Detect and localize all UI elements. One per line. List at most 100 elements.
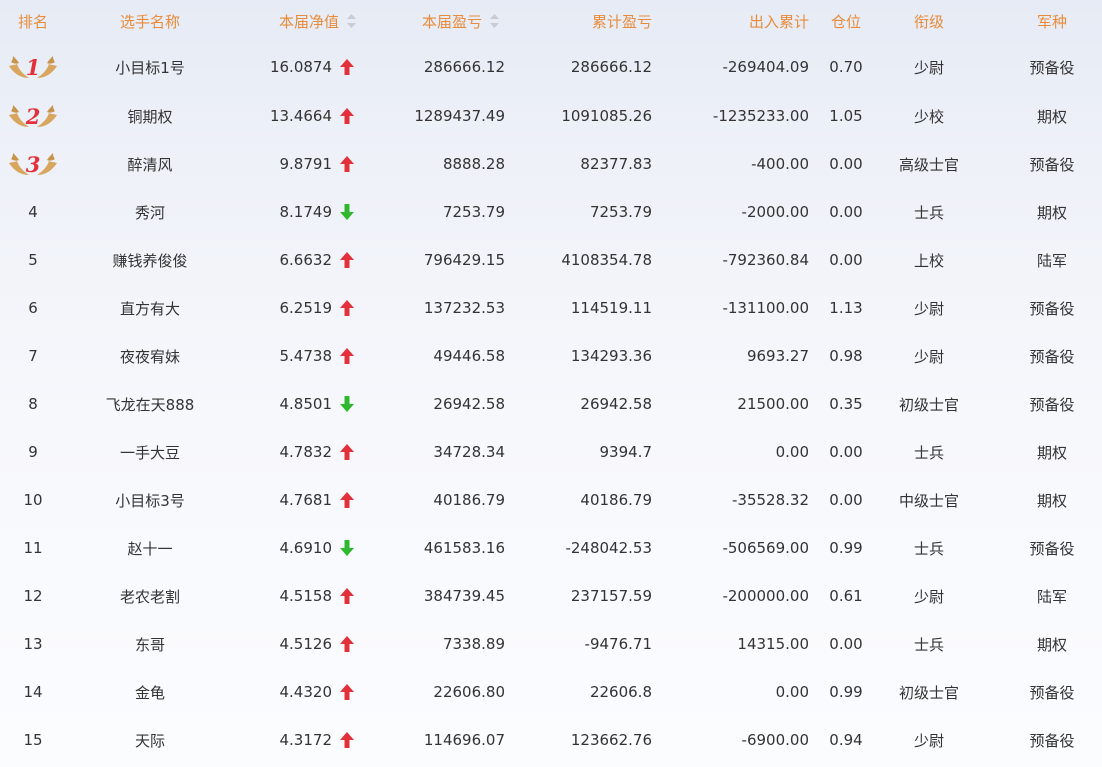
flow-value: -506569.00 [722, 539, 809, 557]
nav-value: 9.8791 [279, 155, 333, 173]
rank-number: 14 [23, 683, 43, 701]
nav-value: 4.7832 [279, 443, 333, 461]
table-row[interactable]: 14 金龟 4.4320 22606.80 22606.8 0.00 0.99 初级士官 预备役 [0, 668, 1102, 716]
rank-cell: 9 [0, 428, 66, 476]
rank-number: 4 [28, 203, 38, 221]
cumulative-value: 82377.83 [580, 155, 652, 173]
military-branch: 陆军 [1036, 587, 1067, 606]
player-name[interactable]: 东哥 [70, 620, 230, 668]
nav-cell: 5.4738 [230, 332, 362, 380]
profit-value: 8888.28 [442, 155, 505, 173]
rank-cell: 4 [0, 188, 66, 236]
table-row[interactable]: 15 天际 4.3172 114696.07 123662.76 -6900.00 0.94… [0, 716, 1102, 764]
table-row[interactable]: 3 醉清风 9.8791 8888.28 82377.83 -400.00 0.00 高级士官… [0, 140, 1102, 188]
header-title[interactable]: 衔级 [884, 0, 974, 42]
profit-value: 1289437.49 [414, 107, 505, 125]
table-row[interactable]: 7 夜夜宥妹 5.4738 49446.58 134293.36 9693.27 0.98 少… [0, 332, 1102, 380]
military-title: 初级士官 [898, 395, 959, 414]
player-name[interactable]: 天际 [70, 716, 230, 764]
nav-value: 8.1749 [279, 203, 333, 221]
player-name[interactable]: 老农老割 [70, 572, 230, 620]
header-flow[interactable]: 出入累计 [652, 0, 809, 42]
nav-value: 4.6910 [279, 539, 333, 557]
cumulative-value: 22606.8 [589, 683, 652, 701]
position-value: 0.35 [829, 395, 863, 413]
table-row[interactable]: 2 铜期权 13.4664 1289437.49 1091085.26 -1235233.… [0, 92, 1102, 140]
rank-cell: 15 [0, 716, 66, 764]
flow-value: -1235233.00 [712, 107, 809, 125]
player-name[interactable]: 赚钱养俊俊 [70, 236, 230, 284]
table-row[interactable]: 13 东哥 4.5126 7338.89 -9476.71 14315.00 0.00 士兵 期… [0, 620, 1102, 668]
table-row[interactable]: 12 老农老割 4.5158 384739.45 237157.59 -200000.00… [0, 572, 1102, 620]
flow-value: -35528.32 [732, 491, 809, 509]
profit-value: 40186.79 [433, 491, 505, 509]
player-name[interactable]: 夜夜宥妹 [70, 332, 230, 380]
arrow-down-icon [332, 204, 362, 220]
position-value: 1.13 [829, 299, 863, 317]
profit-value: 7253.79 [442, 203, 505, 221]
sort-icon[interactable] [490, 14, 499, 28]
table-row[interactable]: 8 飞龙在天888 4.8501 26942.58 26942.58 21500.00 0.… [0, 380, 1102, 428]
position-value: 0.00 [829, 203, 863, 221]
rank-number: 9 [28, 443, 38, 461]
table-row[interactable]: 5 赚钱养俊俊 6.6632 796429.15 4108354.78 -792360.8… [0, 236, 1102, 284]
player-name[interactable]: 飞龙在天888 [70, 380, 230, 428]
profit-value: 286666.12 [423, 58, 505, 76]
military-branch: 期权 [1036, 107, 1067, 126]
table-row[interactable]: 11 赵十一 4.6910 461583.16 -248042.53 -506569.00… [0, 524, 1102, 572]
player-name[interactable]: 醉清风 [70, 140, 230, 188]
profit-value: 114696.07 [423, 731, 505, 749]
header-player-name[interactable]: 选手名称 [70, 0, 230, 42]
arrow-down-icon [332, 396, 362, 412]
header-branch[interactable]: 军种 [1000, 0, 1102, 42]
player-name[interactable]: 金龟 [70, 668, 230, 716]
arrow-up-icon [332, 300, 362, 316]
profit-value: 26942.58 [433, 395, 505, 413]
table-row[interactable]: 4 秀河 8.1749 7253.79 7253.79 -2000.00 0.00 士兵 期权 [0, 188, 1102, 236]
nav-value: 4.7681 [279, 491, 333, 509]
sort-icon[interactable] [347, 14, 356, 28]
cumulative-value: 237157.59 [570, 587, 652, 605]
arrow-up-icon [332, 444, 362, 460]
table-row[interactable]: 6 直方有大 6.2519 137232.53 114519.11 -131100.00 1… [0, 284, 1102, 332]
player-name[interactable]: 小目标1号 [70, 42, 230, 92]
table-row[interactable]: 9 一手大豆 4.7832 34728.34 9394.7 0.00 0.00 士兵 期权 [0, 428, 1102, 476]
nav-cell: 4.7832 [230, 428, 362, 476]
profit-value: 384739.45 [423, 587, 505, 605]
header-cumulative[interactable]: 累计盈亏 [505, 0, 652, 42]
nav-value: 16.0874 [269, 58, 332, 76]
header-profit[interactable]: 本届盈亏 [362, 0, 505, 42]
player-name[interactable]: 秀河 [70, 188, 230, 236]
player-name[interactable]: 铜期权 [70, 92, 230, 140]
nav-value: 13.4664 [269, 107, 332, 125]
nav-cell: 4.4320 [230, 668, 362, 716]
header-position[interactable]: 仓位 [818, 0, 874, 42]
medal-wings-icon: 3 [7, 149, 59, 179]
position-value: 0.00 [829, 155, 863, 173]
header-nav[interactable]: 本届净值 [230, 0, 362, 42]
position-value: 0.00 [829, 251, 863, 269]
rank-cell: 11 [0, 524, 66, 572]
flow-value: -2000.00 [741, 203, 809, 221]
rank-cell: 13 [0, 620, 66, 668]
flow-value: 14315.00 [737, 635, 809, 653]
nav-cell: 4.5158 [230, 572, 362, 620]
military-branch: 预备役 [1029, 539, 1075, 558]
arrow-up-icon [332, 732, 362, 748]
rank-number: 7 [28, 347, 38, 365]
nav-cell: 4.5126 [230, 620, 362, 668]
player-name[interactable]: 一手大豆 [70, 428, 230, 476]
table-row[interactable]: 1 小目标1号 16.0874 286666.12 286666.12 -269404.0… [0, 42, 1102, 92]
rank-cell: 1 [0, 42, 66, 92]
header-rank[interactable]: 排名 [0, 0, 66, 42]
player-name[interactable]: 小目标3号 [70, 476, 230, 524]
military-title: 士兵 [913, 635, 944, 654]
flow-value: -269404.09 [722, 58, 809, 76]
military-title: 士兵 [913, 203, 944, 222]
player-name[interactable]: 赵十一 [70, 524, 230, 572]
player-name[interactable]: 直方有大 [70, 284, 230, 332]
military-title: 初级士官 [898, 683, 959, 702]
military-title: 高级士官 [898, 155, 959, 174]
table-row[interactable]: 10 小目标3号 4.7681 40186.79 40186.79 -35528.32 0.… [0, 476, 1102, 524]
military-branch: 期权 [1036, 443, 1067, 462]
